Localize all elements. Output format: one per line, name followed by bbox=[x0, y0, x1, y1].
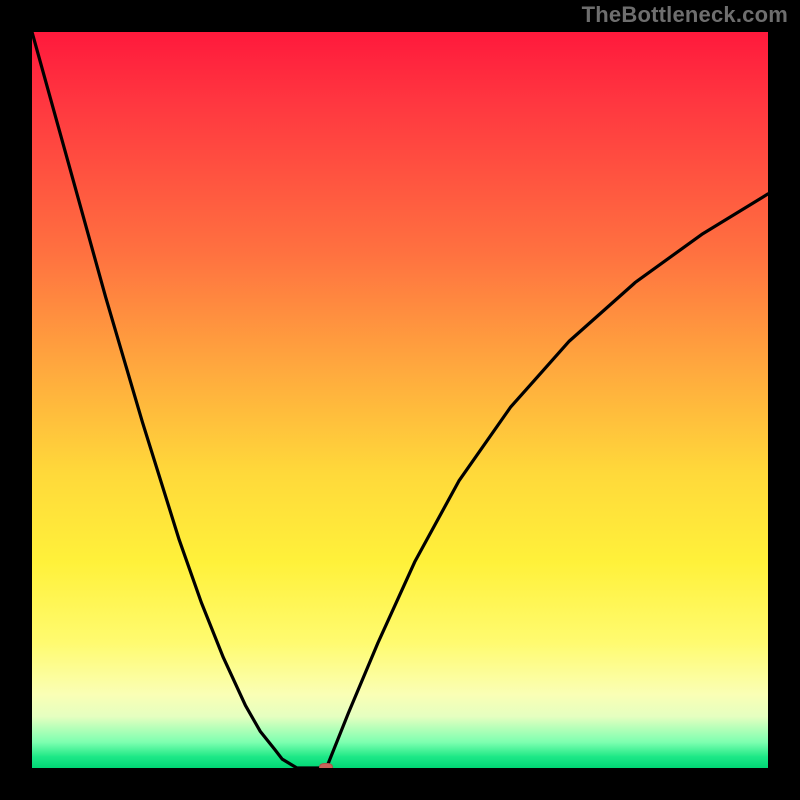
minimum-marker bbox=[319, 763, 333, 768]
bottleneck-curve bbox=[32, 32, 768, 768]
watermark-label: TheBottleneck.com bbox=[582, 2, 788, 28]
plot-area bbox=[32, 32, 768, 768]
chart-stage: TheBottleneck.com bbox=[0, 0, 800, 800]
